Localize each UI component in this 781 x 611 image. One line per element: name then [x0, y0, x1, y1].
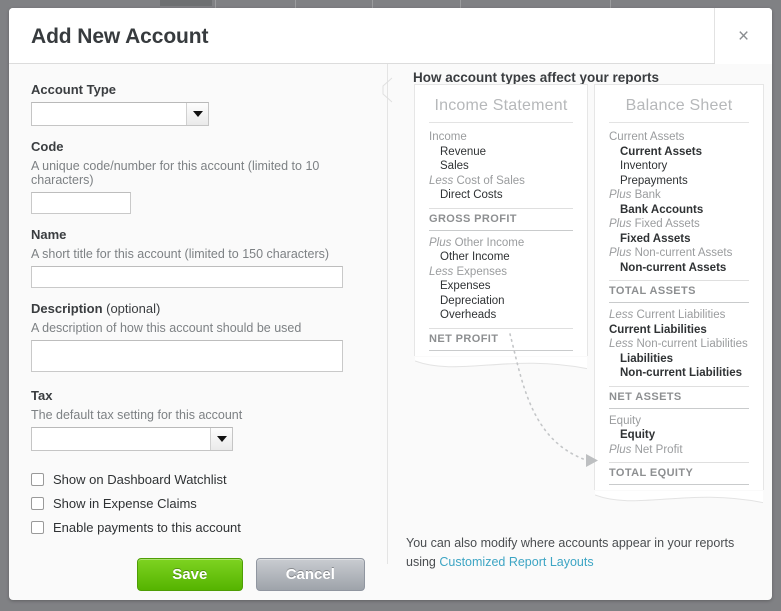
report-account-row: Direct Costs [440, 189, 503, 201]
name-input[interactable] [31, 266, 343, 288]
torn-paper-edge-icon [595, 491, 763, 513]
report-total-row: TOTAL EQUITY [609, 462, 749, 485]
report-group-keyword: Less [429, 174, 457, 187]
balance-sheet-title: Balance Sheet [609, 97, 749, 123]
report-group-keyword: Less [429, 265, 457, 278]
income-statement-title: Income Statement [429, 97, 573, 123]
tax-label: Tax [31, 388, 53, 403]
report-footer-note: You can also modify where accounts appea… [406, 534, 756, 572]
chevron-down-icon[interactable] [186, 103, 208, 125]
report-account-row: Liabilities [620, 352, 674, 365]
checkbox-dashboard-watchlist[interactable] [31, 473, 44, 486]
checkbox-row-dashboard-watchlist[interactable]: Show on Dashboard Watchlist [31, 472, 365, 487]
checkbox-expense-claims[interactable] [31, 497, 44, 510]
name-help-text: A short title for this account (limited … [31, 247, 330, 261]
description-input[interactable] [31, 340, 343, 372]
dialog-body: Account Type Code A unique code/number f… [9, 64, 772, 600]
report-group-row: Income [429, 131, 467, 143]
report-group-row: Plus Bank [609, 189, 661, 201]
report-group-keyword: Plus [609, 218, 635, 230]
checkbox-label: Enable payments to this account [53, 520, 241, 535]
account-form: Account Type Code A unique code/number f… [9, 64, 387, 600]
customized-report-layouts-link[interactable]: Customized Report Layouts [439, 555, 593, 569]
report-group-row: Less Non-current Liabilities [609, 338, 748, 350]
description-help-text: A description of how this account should… [31, 321, 302, 335]
income-statement-card: Income Statement Income Revenue Sales Less … [414, 84, 588, 370]
report-account-row: Current Liabilities [609, 323, 707, 336]
report-account-row: Expenses [440, 280, 491, 292]
report-total-row: NET ASSETS [609, 385, 749, 409]
code-label: Code [31, 139, 64, 154]
tax-value [32, 428, 210, 450]
cancel-button[interactable]: Cancel [255, 558, 365, 591]
chevron-down-icon[interactable] [210, 428, 232, 450]
balance-sheet-card: Balance Sheet Current Assets Current Asse… [594, 84, 764, 504]
report-group-row: Plus Non-current Assets [609, 247, 733, 259]
report-group-keyword: Less [609, 338, 637, 350]
name-label: Name [31, 227, 67, 242]
code-input[interactable] [31, 192, 131, 214]
report-account-row: Depreciation [440, 294, 505, 307]
report-group-row: Equity [609, 414, 641, 427]
report-group-row: Plus Fixed Assets [609, 218, 700, 230]
close-icon: × [737, 25, 750, 47]
report-account-row: Bank Accounts [620, 203, 704, 216]
report-total-row: GROSS PROFIT [429, 207, 573, 231]
code-help-text: A unique code/number for this account (l… [31, 159, 320, 187]
report-group-row: Less Expenses [429, 265, 508, 278]
report-account-row: Equity [620, 429, 656, 441]
report-group-keyword: Less [609, 309, 637, 321]
add-new-account-dialog: Add New Account × Account Type Code A un… [9, 8, 772, 600]
tax-select[interactable] [31, 427, 233, 451]
balance-sheet-rows: Current Assets Current Assets Inventory Pre… [609, 130, 749, 485]
report-total-row: NET PROFIT [429, 327, 573, 351]
report-group-row: Plus Net Profit [609, 443, 683, 456]
report-info-pane: How account types affect your reports In… [388, 64, 772, 600]
report-account-row: Non-current Assets [620, 261, 727, 274]
page-title: Add New Account [31, 25, 209, 48]
report-group-keyword: Plus [609, 247, 635, 259]
checkbox-group: Show on Dashboard Watchlist Show in Expe… [31, 472, 365, 535]
checkbox-row-expense-claims[interactable]: Show in Expense Claims [31, 496, 365, 511]
checkbox-row-enable-payments[interactable]: Enable payments to this account [31, 520, 365, 535]
description-label: Description (optional) [31, 301, 365, 316]
account-type-select[interactable] [31, 102, 209, 126]
save-button[interactable]: Save [137, 558, 243, 591]
report-account-row: Overheads [440, 309, 497, 321]
checkbox-label: Show on Dashboard Watchlist [53, 472, 227, 487]
dialog-header: Add New Account × [9, 8, 772, 64]
report-group-row: Less Current Liabilities [609, 309, 726, 321]
report-group-keyword: Plus [609, 443, 635, 456]
report-account-row: Other Income [440, 251, 510, 263]
form-actions: Save Cancel [31, 558, 365, 591]
tax-help-text: The default tax setting for this account [31, 408, 243, 422]
report-account-row: Non-current Liabilities [620, 367, 743, 379]
description-label-text: Description [31, 301, 103, 316]
checkbox-enable-payments[interactable] [31, 521, 44, 534]
report-account-row: Inventory [620, 160, 668, 172]
report-total-row: TOTAL ASSETS [609, 280, 749, 303]
report-account-row: Prepayments [620, 174, 688, 187]
report-account-row: Fixed Assets [620, 232, 691, 245]
report-group-row: Less Cost of Sales [429, 174, 525, 187]
report-group-row: Current Assets [609, 131, 685, 143]
report-account-row: Current Assets [620, 145, 703, 158]
account-type-value [32, 103, 186, 125]
info-heading: How account types affect your reports [413, 70, 660, 85]
report-account-row: Sales [440, 160, 469, 172]
income-statement-rows: Income Revenue Sales Less Cost of Sales Dire… [429, 130, 573, 351]
description-optional-text: (optional) [102, 301, 161, 316]
report-group-keyword: Plus [609, 189, 635, 201]
report-group-keyword: Plus [429, 236, 455, 249]
checkbox-label: Show in Expense Claims [53, 496, 197, 511]
report-group-row: Plus Other Income [429, 236, 525, 249]
report-account-row: Revenue [440, 145, 487, 158]
close-button[interactable]: × [715, 8, 772, 64]
account-type-label: Account Type [31, 82, 116, 97]
torn-paper-edge-icon [415, 357, 587, 379]
